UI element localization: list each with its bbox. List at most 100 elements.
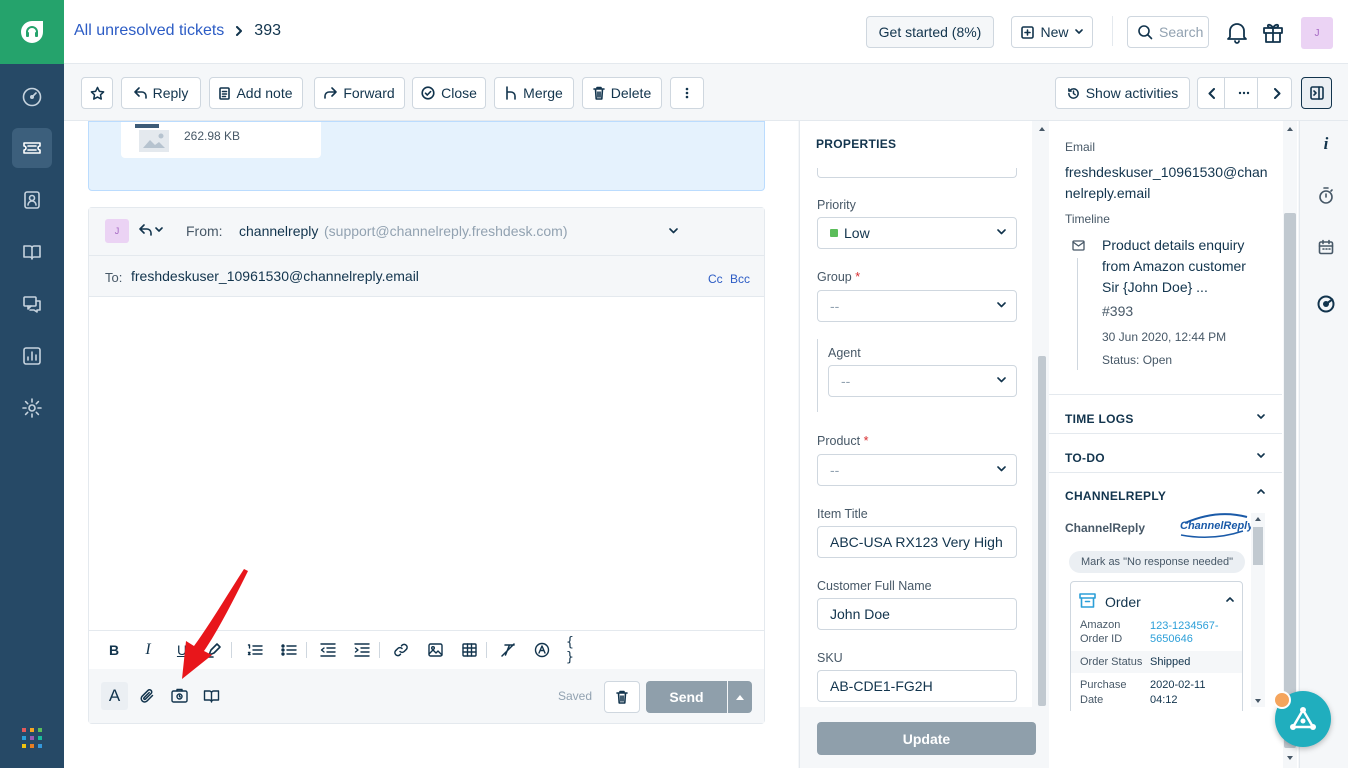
info-icon[interactable]: i (1316, 134, 1336, 154)
sku-input[interactable]: AB-CDE1-FG2H (817, 670, 1017, 702)
top-header: All unresolved tickets 393 Get started (… (64, 0, 1348, 64)
update-button[interactable]: Update (817, 722, 1036, 755)
bullet-list-icon[interactable] (280, 641, 298, 659)
attachment-paperclip-icon[interactable] (139, 688, 155, 704)
attachment-card[interactable]: 262.98 KB (121, 122, 321, 158)
ticket-list-more-button[interactable] (1231, 78, 1259, 108)
history-icon (1067, 87, 1079, 99)
notifications-bell-icon[interactable] (1226, 20, 1248, 44)
chevron-up-icon[interactable] (1226, 597, 1234, 602)
cc-link[interactable]: Cc (708, 272, 723, 286)
user-avatar[interactable]: J (1301, 17, 1333, 49)
order-status-label: Order Status (1080, 656, 1143, 668)
order-id-link[interactable]: 123-1234567- 5650646 (1150, 620, 1219, 646)
placeholders-braces-icon[interactable]: { } (566, 635, 584, 665)
link-icon[interactable] (392, 641, 410, 659)
insert-image-icon[interactable] (426, 641, 444, 659)
text-format-icon[interactable]: A (101, 682, 128, 710)
freshdesk-logo-icon[interactable] (0, 0, 64, 64)
note-icon (219, 86, 231, 100)
indent-icon[interactable] (353, 641, 371, 659)
time-logs-section-header[interactable]: TIME LOGS (1065, 412, 1134, 426)
right-panel-scrollbar[interactable] (1283, 121, 1297, 768)
tickets-icon[interactable] (12, 128, 52, 168)
get-started-button[interactable]: Get started (8%) (866, 16, 994, 48)
properties-panel: PROPERTIES Priority Low Group * -- Agent… (799, 121, 1049, 768)
chevron-up-icon[interactable] (1257, 489, 1265, 494)
bcc-link[interactable]: Bcc (730, 272, 750, 286)
chevron-down-icon[interactable] (1257, 414, 1265, 419)
knowledge-base-icon[interactable] (12, 232, 52, 272)
merge-button[interactable]: Merge (494, 77, 574, 109)
to-email[interactable]: freshdeskuser_10961530@channelreply.emai… (131, 268, 419, 284)
app-scrollbar[interactable] (1251, 513, 1265, 707)
group-select[interactable]: -- (817, 290, 1017, 322)
customer-name-input[interactable]: John Doe (817, 598, 1017, 630)
discard-draft-button[interactable] (604, 681, 640, 713)
properties-scrollbar[interactable] (1036, 121, 1048, 711)
calendar-icon[interactable] (1316, 237, 1336, 257)
next-ticket-button[interactable] (1264, 78, 1291, 108)
reports-icon[interactable] (12, 336, 52, 376)
reply-button[interactable]: Reply (121, 77, 201, 109)
purchase-date-value: 2020-02-11 04:12 (1150, 679, 1206, 706)
close-ticket-button[interactable]: Close (412, 77, 486, 109)
chevron-down-icon (997, 466, 1006, 472)
clear-formatting-icon[interactable] (499, 641, 517, 659)
show-activities-button[interactable]: Show activities (1055, 77, 1190, 109)
channelreply-section-header[interactable]: CHANNELREPLY (1065, 489, 1166, 503)
previous-ticket-button[interactable] (1198, 78, 1226, 108)
product-select[interactable]: -- (817, 454, 1017, 486)
reply-editor: J From: channelreply (support@channelrep… (88, 207, 765, 724)
trash-icon (592, 86, 605, 100)
channelreply-app-icon[interactable] (1316, 294, 1336, 314)
timeline-ticket-link[interactable]: Product details enquiry from Amazon custo… (1102, 235, 1246, 298)
more-options-button[interactable] (670, 77, 704, 109)
breadcrumb-link[interactable]: All unresolved tickets (74, 22, 224, 40)
notification-dot (1273, 691, 1291, 709)
chevron-down-icon (997, 302, 1006, 308)
from-dropdown-chevron-icon[interactable] (669, 228, 678, 234)
italic-icon[interactable]: I (139, 641, 157, 659)
forums-icon[interactable] (12, 284, 52, 324)
dashboard-icon[interactable] (12, 77, 52, 117)
canned-response-icon[interactable] (171, 688, 188, 704)
settings-gear-icon[interactable] (12, 388, 52, 428)
delete-button[interactable]: Delete (582, 77, 662, 109)
insert-table-icon[interactable] (460, 641, 478, 659)
apps-grid-icon[interactable] (22, 728, 42, 748)
reply-icon (133, 87, 147, 99)
contacts-icon[interactable] (12, 180, 52, 220)
send-options-button[interactable] (728, 681, 752, 713)
bold-icon[interactable]: B (105, 641, 123, 659)
item-title-input[interactable]: ABC-USA RX123 Very High (817, 526, 1017, 558)
priority-select[interactable]: Low (817, 217, 1017, 249)
mark-no-response-button[interactable]: Mark as "No response needed" (1069, 551, 1245, 573)
new-dropdown-button[interactable]: New (1011, 16, 1093, 48)
star-button[interactable] (81, 77, 113, 109)
plus-square-icon (1021, 25, 1035, 39)
merge-icon (506, 86, 516, 100)
timer-icon[interactable] (1316, 185, 1336, 205)
annotation-arrow-icon (174, 569, 254, 681)
agent-select[interactable]: -- (828, 365, 1017, 397)
chevron-right-icon (234, 26, 244, 36)
add-note-button[interactable]: Add note (209, 77, 303, 109)
to-row: To: freshdeskuser_10961530@channelreply.… (89, 256, 764, 297)
reply-type-dropdown[interactable] (139, 224, 163, 236)
todo-section-header[interactable]: TO-DO (1065, 451, 1105, 465)
envelope-icon (1072, 240, 1085, 251)
toggle-sidebar-button[interactable] (1301, 77, 1332, 109)
gift-icon[interactable] (1262, 20, 1284, 44)
sku-label: SKU (817, 651, 843, 665)
chevron-down-icon[interactable] (1257, 453, 1265, 458)
group-label: Group * (817, 270, 861, 284)
outdent-icon[interactable] (319, 641, 337, 659)
send-button[interactable]: Send (646, 681, 727, 713)
timeline-status: Status: Open (1102, 353, 1173, 367)
forward-button[interactable]: Forward (314, 77, 405, 109)
partial-field[interactable] (817, 168, 1017, 178)
solution-article-book-icon[interactable] (203, 688, 220, 704)
spell-check-icon[interactable] (533, 641, 551, 659)
search-input[interactable]: Search (1127, 16, 1209, 48)
